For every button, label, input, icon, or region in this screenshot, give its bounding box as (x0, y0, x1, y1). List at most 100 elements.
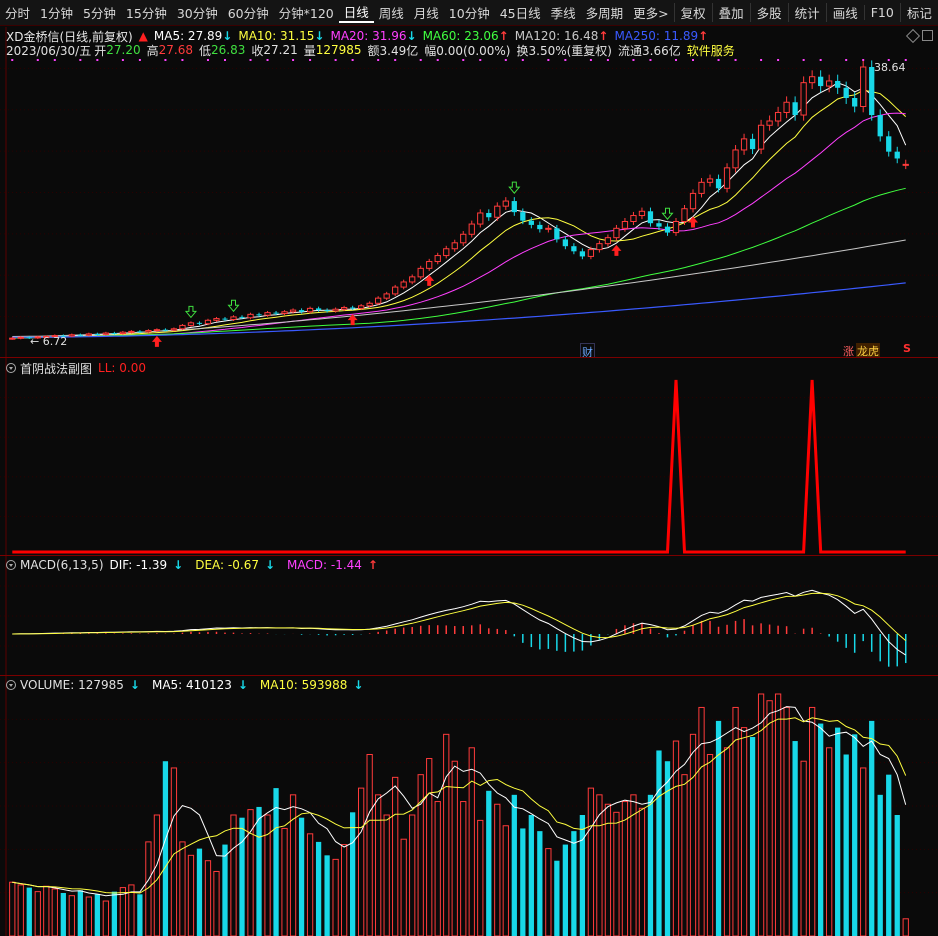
event-dot (266, 59, 269, 61)
dropdown-circle-icon[interactable] (6, 560, 16, 570)
period-tab-7[interactable]: 日线 (338, 2, 374, 23)
candle-down (877, 115, 883, 137)
candle-up (153, 329, 161, 332)
period-tab-3[interactable]: 15分钟 (121, 3, 172, 22)
volume-bar-down (256, 806, 262, 936)
macd-value: MACD: -1.44 ↑ (287, 558, 378, 572)
volume-bar-up (289, 794, 297, 936)
candle-up (706, 178, 714, 183)
volume-bar-up (51, 888, 58, 936)
candle-up (119, 331, 127, 335)
period-tab-9[interactable]: 月线 (409, 3, 444, 22)
ma250-line (12, 282, 906, 338)
macd-pane[interactable]: MACD(6,13,5) DIF: -1.39 ↓ DEA: -0.67 ↓ MAC… (0, 556, 938, 676)
candle-up (145, 330, 152, 333)
tool-button-6[interactable]: 标记 (899, 3, 938, 22)
low-value: 26.83 (210, 43, 246, 57)
ll-indicator-pane[interactable]: 首阴战法副图 LL: 0.00 (0, 358, 938, 556)
limit-up-marker[interactable]: 涨 (843, 343, 854, 357)
candle-down (818, 76, 824, 87)
candle-down (835, 80, 841, 88)
volume-bar-up (902, 918, 909, 936)
tool-button-1[interactable]: 叠加 (711, 3, 750, 22)
volume-pane[interactable]: VOLUME: 127985 ↓ MA5: 410123 ↓ MA10: 59398… (0, 676, 938, 936)
candle-down (656, 223, 662, 227)
volume-bar-down (818, 723, 824, 936)
event-dot (692, 59, 695, 61)
volume-bar-up (621, 801, 629, 936)
candle-up (332, 308, 339, 312)
volume-chart[interactable] (0, 676, 938, 936)
candle-up (128, 330, 135, 333)
macd-title[interactable]: MACD(6,13,5) (20, 558, 104, 572)
tool-button-0[interactable]: 复权 (673, 3, 712, 22)
event-dot (462, 59, 465, 61)
price-pane[interactable]: XD金桥信(日线,前复权) ▲ MA5: 27.89↓ MA10: 31.15↓ M… (0, 27, 938, 358)
s-marker[interactable]: S (903, 342, 911, 355)
volume-bar-up (783, 706, 790, 936)
candle-down (528, 220, 534, 225)
ll-chart[interactable] (0, 358, 938, 556)
candle-down (273, 312, 279, 314)
volume-bar-down (869, 720, 875, 936)
candle-down (537, 224, 543, 230)
period-tab-0[interactable]: 分时 (0, 3, 35, 22)
vol-ma5-value: MA5: 410123 ↓ (151, 678, 248, 692)
event-dot (394, 59, 397, 61)
candle-up (460, 233, 467, 244)
volume-bar-up (468, 747, 475, 936)
tool-button-3[interactable]: 统计 (787, 3, 826, 22)
event-dot (121, 59, 124, 61)
period-tab-6[interactable]: 分钟*120 (274, 3, 339, 22)
dropdown-circle-icon[interactable] (6, 363, 16, 373)
volume-bar-up (706, 754, 714, 936)
candle-up (800, 82, 807, 116)
period-tab-5[interactable]: 60分钟 (223, 3, 274, 22)
max-price-label: 38.64 (874, 61, 906, 74)
sell-arrow-icon (661, 207, 674, 221)
event-dot (547, 59, 550, 61)
volume-bar-down (26, 887, 32, 936)
period-tab-11[interactable]: 45日线 (495, 3, 546, 22)
volume-title[interactable]: VOLUME: 127985 ↓ (20, 678, 146, 692)
open-label: 开 (94, 43, 107, 58)
period-tab-14[interactable]: 更多> (628, 3, 673, 22)
ll-title[interactable]: 首阴战法副图 (20, 360, 92, 377)
candle-up (366, 302, 373, 307)
finance-marker[interactable]: 财 (580, 343, 595, 357)
window-icon[interactable] (922, 30, 933, 41)
price-chart[interactable] (0, 27, 938, 358)
dea-line (12, 592, 907, 641)
period-tab-4[interactable]: 30分钟 (172, 3, 223, 22)
ll-value: LL: 0.00 (98, 361, 146, 375)
sector-link[interactable]: 软件服务 (687, 42, 735, 59)
macd-chart[interactable] (0, 556, 938, 676)
volume-bar-up (281, 827, 288, 936)
period-tab-12[interactable]: 季线 (546, 3, 581, 22)
tool-button-4[interactable]: 画线 (825, 3, 864, 22)
tool-button-2[interactable]: 多股 (749, 3, 788, 22)
open-value: 27.20 (106, 43, 141, 57)
tool-button-5[interactable]: F10 (863, 5, 900, 20)
period-tab-1[interactable]: 1分钟 (35, 3, 78, 22)
period-tab-2[interactable]: 5分钟 (78, 3, 121, 22)
candle-up (757, 124, 765, 150)
volume-bar-up (443, 733, 450, 936)
period-tab-10[interactable]: 10分钟 (444, 3, 495, 22)
candle-down (715, 178, 722, 189)
candle-up (289, 309, 297, 313)
ma-legend-item-0: MA5: 27.89↓ (153, 29, 233, 43)
candle-up (468, 223, 475, 235)
dragon-tiger-marker[interactable]: 龙虎 (856, 343, 880, 357)
event-dot (36, 59, 39, 61)
dropdown-circle-icon[interactable] (6, 680, 16, 690)
candle-up (187, 322, 195, 326)
period-tab-8[interactable]: 周线 (374, 3, 409, 22)
volume-bar-up (68, 895, 75, 936)
volume-bar-down (94, 894, 100, 936)
volume-bar-down (877, 794, 883, 936)
volume-bar-down (137, 894, 143, 936)
volume-bar-up (681, 774, 688, 936)
period-tab-13[interactable]: 多周期 (581, 3, 629, 22)
dea-value: DEA: -0.67 ↓ (195, 558, 276, 572)
